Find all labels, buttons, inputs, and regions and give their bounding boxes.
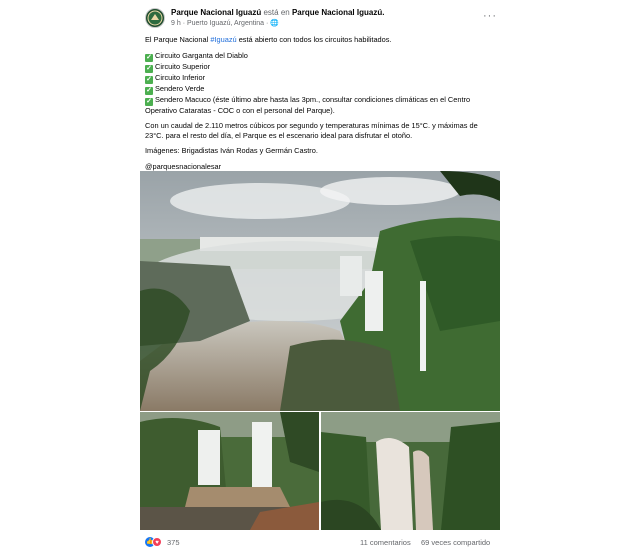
check-mark-icon: ✓	[145, 53, 153, 62]
location-page-link[interactable]: Parque Nacional Iguazú	[292, 8, 382, 17]
circuit-item: ✓ Circuito Inferior	[145, 72, 206, 84]
post-place[interactable]: Puerto Iguazú, Argentina	[187, 20, 264, 27]
check-mark-icon: ✓	[145, 75, 153, 84]
reactions-count[interactable]: 375	[167, 538, 180, 547]
more-options-icon[interactable]: ···	[483, 11, 497, 22]
post-footer: 👍 ♥ 375 11 comentarios 69 veces comparti…	[145, 536, 497, 550]
check-mark-icon: ✓	[145, 64, 153, 73]
post-time[interactable]: 9 h	[171, 20, 181, 27]
photo-main-waterfalls[interactable]	[140, 171, 500, 411]
check-mark-icon: ✓	[145, 86, 153, 95]
photo-waterfall-left[interactable]	[140, 412, 319, 530]
post-text: El Parque Nacional #Iguazú está abierto …	[145, 35, 497, 172]
post-card: Parque Nacional Iguazú está en Parque Na…	[131, 0, 509, 553]
post-meta: 9 h · Puerto Iguazú, Argentina · 🌐	[171, 20, 279, 27]
comments-count-link[interactable]: 11 comentarios	[360, 538, 411, 547]
post-header: Parque Nacional Iguazú está en Parque Na…	[145, 6, 505, 32]
author-line: Parque Nacional Iguazú está en Parque Na…	[171, 8, 385, 17]
park-logo-icon	[147, 10, 163, 26]
circuit-item: ✓ Sendero Macuco (éste último abre hasta …	[145, 94, 471, 115]
connector-text: está en	[263, 8, 290, 17]
photo-credits: Imágenes: Brigadistas Iván Rodas y Germá…	[145, 146, 318, 156]
avatar[interactable]	[145, 8, 165, 28]
check-mark-icon: ✓	[145, 97, 153, 106]
love-reaction-icon: ♥	[152, 537, 162, 547]
globe-icon: 🌐	[270, 20, 279, 27]
circuit-item: ✓ Sendero Verde	[145, 83, 205, 95]
hashtag-link[interactable]: #Iguazú	[210, 35, 236, 44]
shares-count-link[interactable]: 69 veces compartido	[421, 538, 490, 547]
circuit-item: ✓ Circuito Superior	[145, 61, 211, 73]
intro-line: El Parque Nacional #Iguazú está abierto …	[145, 35, 392, 44]
circuit-item: ✓ Circuito Garganta del Diablo	[145, 50, 248, 62]
photo-waterfall-right[interactable]	[321, 412, 500, 530]
author-name[interactable]: Parque Nacional Iguazú	[171, 8, 261, 17]
weather-paragraph: Con un caudal de 2.110 metros cúbicos po…	[145, 121, 478, 140]
